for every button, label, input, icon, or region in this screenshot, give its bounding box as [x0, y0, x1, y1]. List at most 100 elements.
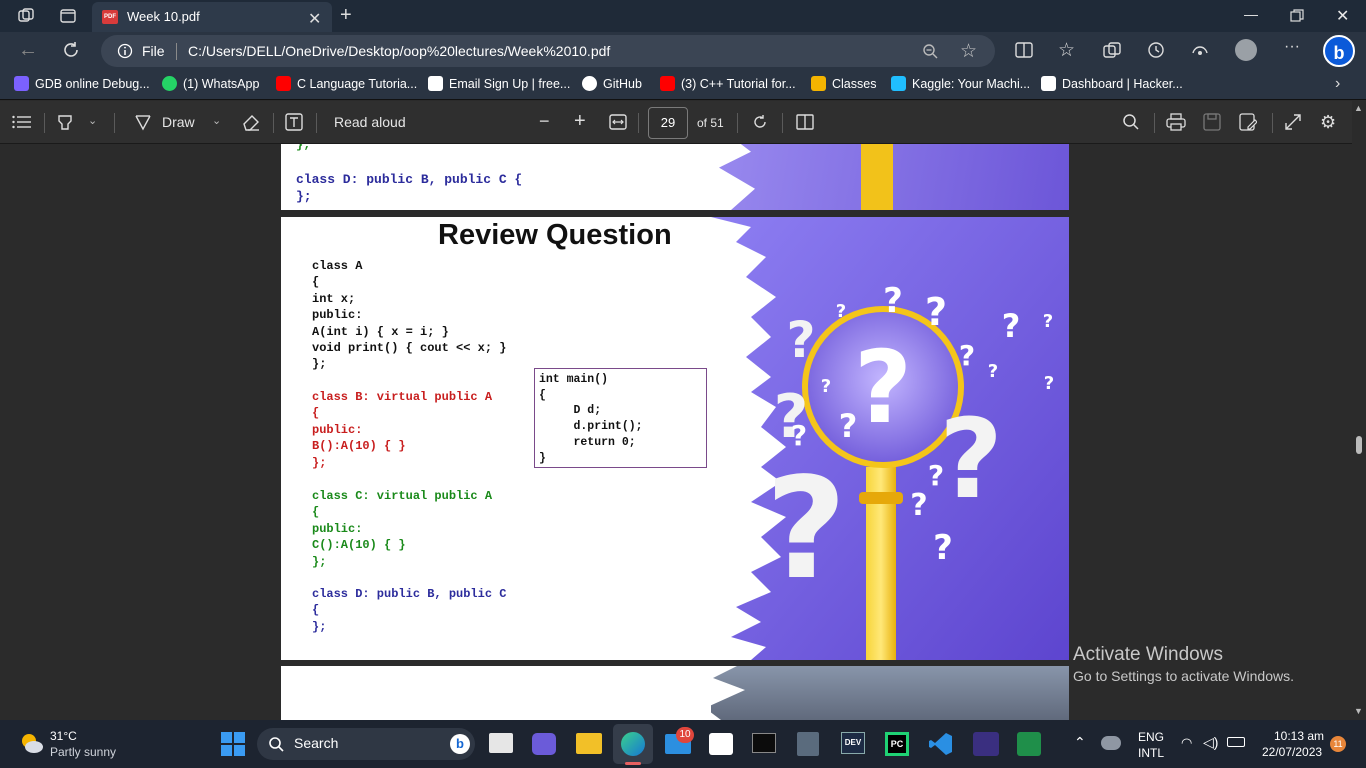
vscode-icon[interactable] [929, 732, 953, 756]
draw-button[interactable]: Draw [162, 114, 195, 130]
bookmark-github[interactable]: GitHub [582, 76, 642, 91]
weather-sun-icon[interactable] [18, 730, 44, 756]
find-search-icon[interactable] [1122, 113, 1140, 131]
page-number-input[interactable]: 29 [648, 107, 688, 139]
tab-week10[interactable]: PDF Week 10.pdf ✕ [92, 2, 332, 32]
code-line: class A [312, 259, 363, 273]
pycharm-icon[interactable]: PC [885, 732, 909, 756]
bookmark-whatsapp[interactable]: (1) WhatsApp [162, 76, 259, 91]
profile-avatar[interactable] [1235, 39, 1257, 61]
rotate-icon[interactable] [751, 113, 769, 131]
bookmark-cpp-tutorial[interactable]: (3) C++ Tutorial for... [660, 76, 796, 91]
store-icon[interactable] [709, 733, 733, 755]
code-line: }; [296, 189, 312, 204]
address-bar-row: ← File C:/Users/DELL/OneDrive/Desktop/oo… [0, 32, 1366, 70]
notification-badge[interactable]: 11 [1330, 736, 1346, 752]
scroll-down-arrow-icon[interactable]: ▼ [1354, 706, 1363, 716]
bookmark-classes[interactable]: Classes [811, 76, 876, 91]
text-box-icon[interactable] [285, 113, 303, 131]
new-tab-button[interactable]: + [340, 4, 352, 27]
code-line: }; [312, 357, 327, 372]
refresh-icon[interactable] [62, 41, 80, 59]
weather-temp[interactable]: 31°C [50, 729, 77, 743]
pdf-icon: PDF [102, 10, 118, 24]
teams-chat-icon[interactable] [532, 733, 556, 755]
fit-to-width-icon[interactable] [609, 114, 627, 130]
settings-gear-icon[interactable]: ⚙ [1320, 112, 1336, 133]
activate-windows-subtitle: Go to Settings to activate Windows. [1073, 668, 1294, 684]
tab-actions-icon[interactable] [60, 8, 76, 24]
scroll-up-arrow-icon[interactable]: ▲ [1354, 103, 1363, 113]
highlight-chevron-down-icon[interactable]: ⌄ [88, 114, 97, 127]
edge-taskbar-button[interactable] [613, 724, 653, 765]
code-line: }; [312, 455, 327, 470]
address-field[interactable]: File C:/Users/DELL/OneDrive/Desktop/oop%… [101, 35, 995, 67]
page-view-icon[interactable] [796, 114, 814, 130]
close-window-button[interactable]: ✕ [1336, 6, 1349, 26]
zoom-out-button[interactable]: − [539, 111, 550, 132]
contents-icon[interactable] [12, 115, 32, 129]
split-screen-icon[interactable] [1015, 42, 1033, 58]
code-line: }; [296, 144, 311, 152]
battery-icon[interactable] [1227, 737, 1245, 747]
hackerrank-icon [1041, 76, 1056, 91]
back-icon[interactable]: ← [18, 40, 38, 60]
vertical-scrollbar[interactable]: ▲ ▼ [1352, 101, 1366, 720]
bookmark-gdb[interactable]: GDB online Debug... [14, 76, 150, 91]
excel-icon[interactable] [1017, 732, 1041, 756]
more-options-icon[interactable]: ··· [1284, 38, 1300, 56]
dev-cpp-icon[interactable]: DEV [841, 732, 865, 754]
svg-text:?: ? [1002, 307, 1021, 345]
workspaces-icon[interactable] [18, 8, 34, 24]
scrollbar-thumb[interactable] [1356, 436, 1362, 454]
fullscreen-icon[interactable] [1284, 113, 1302, 131]
close-tab-icon[interactable]: ✕ [308, 9, 321, 29]
terminal-icon[interactable] [752, 733, 776, 753]
bing-chat-icon[interactable]: b [1323, 35, 1355, 67]
print-icon[interactable] [1166, 113, 1186, 131]
show-hidden-icons-chevron-icon[interactable]: ⌃ [1074, 734, 1086, 751]
onedrive-icon[interactable] [1101, 736, 1121, 750]
favorite-star-icon[interactable]: ☆ [960, 40, 977, 63]
task-view-icon[interactable] [489, 733, 513, 753]
volume-icon[interactable]: ◁) [1203, 734, 1218, 751]
code-line: A(int i) { x = i; } [312, 324, 449, 339]
zoom-in-button[interactable]: + [574, 110, 586, 133]
language-top[interactable]: ENG [1138, 730, 1164, 744]
draw-icon[interactable] [134, 113, 152, 131]
draw-chevron-down-icon[interactable]: ⌄ [212, 114, 221, 127]
bookmark-kaggle[interactable]: Kaggle: Your Machi... [891, 76, 1030, 91]
app-icon[interactable] [973, 732, 999, 756]
eraser-icon[interactable] [241, 113, 261, 131]
bookmark-label: GDB online Debug... [35, 76, 150, 91]
clock-date[interactable]: 22/07/2023 [1262, 745, 1322, 759]
bookmark-hackerrank[interactable]: Dashboard | Hacker... [1041, 76, 1183, 91]
bookmark-c-language[interactable]: C Language Tutoria... [276, 76, 417, 91]
wifi-icon[interactable]: ◠ [1181, 735, 1192, 751]
history-icon[interactable] [1147, 41, 1165, 59]
bookmark-email[interactable]: Email Sign Up | free... [428, 76, 570, 91]
svg-text:?: ? [928, 459, 944, 492]
restore-button[interactable] [1290, 9, 1304, 23]
weather-desc[interactable]: Partly sunny [50, 745, 116, 759]
info-icon[interactable] [117, 43, 133, 59]
zoom-icon[interactable] [922, 43, 938, 59]
minimize-button[interactable]: — [1244, 6, 1258, 22]
pdf-viewer[interactable]: }; class D: public B, public C { }; ? ? … [0, 144, 1356, 720]
clock-time[interactable]: 10:13 am [1274, 729, 1324, 743]
save-icon[interactable] [1203, 113, 1221, 131]
language-bottom[interactable]: INTL [1138, 746, 1164, 760]
code-line: B():A(10) { } [312, 439, 406, 454]
gdb-icon [14, 76, 29, 91]
collections-icon[interactable] [1103, 42, 1121, 58]
highlight-icon[interactable] [56, 113, 74, 131]
performance-icon[interactable] [1191, 41, 1209, 59]
favorites-icon[interactable]: ☆ [1058, 39, 1075, 62]
file-explorer-icon[interactable] [576, 733, 602, 754]
calculator-icon[interactable] [797, 732, 819, 756]
taskbar-search-box[interactable]: Search b [257, 728, 475, 760]
more-bookmarks-chevron-icon[interactable]: › [1335, 75, 1340, 93]
read-aloud-button[interactable]: Read aloud [334, 114, 406, 130]
save-as-icon[interactable] [1239, 113, 1257, 131]
start-windows-icon[interactable] [221, 732, 245, 756]
